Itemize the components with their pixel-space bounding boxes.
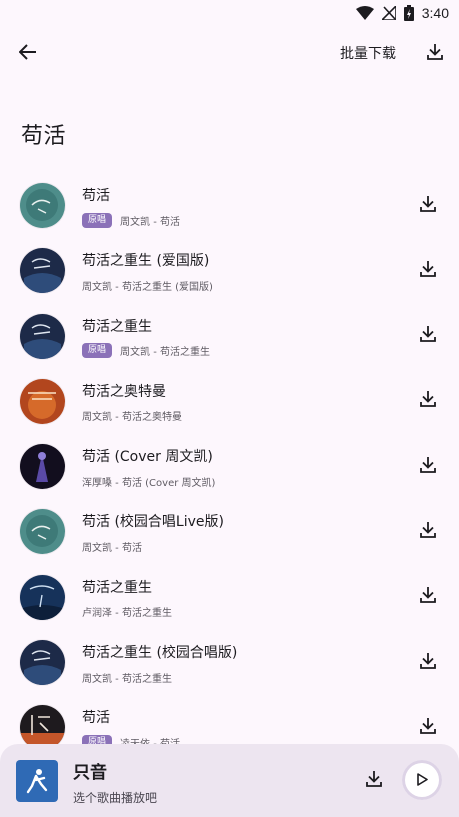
- wifi-icon: [355, 6, 374, 20]
- song-artist: 周文凯 - 苟活: [120, 216, 180, 228]
- album-cover: [20, 574, 65, 620]
- song-download-button[interactable]: [414, 713, 442, 741]
- song-title: 苟活: [82, 188, 110, 204]
- album-cover: [20, 444, 65, 490]
- download-icon: [420, 652, 436, 673]
- song-meta: 周文凯 - 苟活之重生: [82, 669, 172, 685]
- download-icon: [420, 325, 436, 346]
- app-logo-icon: [16, 760, 58, 802]
- song-row-8[interactable]: 苟活之重生 (校园合唱版) 周文凯 - 苟活之重生: [0, 631, 459, 696]
- download-icon: [427, 43, 443, 64]
- song-download-button[interactable]: [414, 583, 442, 611]
- song-title: 苟活之重生: [82, 579, 152, 596]
- back-arrow-icon: [18, 44, 37, 64]
- song-artist: 浑厚嗓 - 苟活 (Cover 周文凯): [82, 477, 216, 489]
- play-icon: [416, 771, 428, 790]
- song-download-button[interactable]: [414, 452, 442, 480]
- album-cover: [20, 313, 65, 359]
- song-artist: 凌天依 - 苟活: [120, 735, 180, 744]
- song-meta: 周文凯 - 苟活之奥特曼: [82, 408, 182, 424]
- play-button[interactable]: [402, 760, 442, 800]
- original-badge: 原唱: [82, 734, 113, 744]
- song-artist: 周文凯 - 苟活之重生: [82, 673, 172, 685]
- song-title: 苟活之重生 (爱国版): [82, 253, 210, 270]
- song-artist: 周文凯 - 苟活: [82, 542, 142, 554]
- song-title: 苟活之重生 (校园合唱版): [82, 645, 238, 662]
- song-download-button[interactable]: [414, 648, 442, 676]
- song-artist: 周文凯 - 苟活之奥特曼: [82, 412, 182, 424]
- song-download-button[interactable]: [414, 517, 442, 545]
- album-cover: [20, 640, 65, 686]
- song-meta: 原唱 周文凯 - 苟活之重生: [82, 343, 210, 359]
- song-row-6[interactable]: 苟活 (校园合唱Live版) 周文凯 - 苟活: [0, 500, 459, 565]
- song-meta: 周文凯 - 苟活之重生 (爱国版): [82, 277, 213, 293]
- back-button[interactable]: [12, 38, 44, 70]
- song-artist: 周文凯 - 苟活之重生: [120, 347, 210, 359]
- player-hint: 选个歌曲播放吧: [73, 791, 158, 805]
- album-cover: [20, 509, 65, 555]
- album-cover: [20, 378, 65, 424]
- album-cover: [20, 705, 65, 744]
- player-title: 只音: [73, 763, 107, 783]
- song-download-button[interactable]: [414, 256, 442, 284]
- mini-player[interactable]: 只音 选个歌曲播放吧: [0, 744, 459, 817]
- song-title: 苟活: [82, 710, 110, 727]
- song-artist: 周文凯 - 苟活之重生 (爱国版): [82, 281, 213, 293]
- song-meta: 卢润泽 - 苟活之重生: [82, 604, 172, 620]
- song-list[interactable]: 苟活 原唱 周文凯 - 苟活 苟活之重生 (爱国版) 周文凯 - 苟活之重生 (…: [0, 174, 459, 744]
- song-row-3[interactable]: 苟活之重生 原唱 周文凯 - 苟活之重生: [0, 305, 459, 370]
- download-all-button[interactable]: [420, 38, 450, 68]
- song-download-button[interactable]: [414, 322, 442, 350]
- song-download-button[interactable]: [414, 387, 442, 415]
- download-icon: [420, 260, 436, 281]
- page-title: 苟活: [21, 124, 67, 149]
- no-signal-icon: [381, 6, 396, 20]
- song-row-9[interactable]: 苟活 原唱 凌天依 - 苟活: [0, 696, 459, 744]
- song-title: 苟活之奥特曼: [82, 383, 166, 400]
- song-meta: 周文凯 - 苟活: [82, 538, 142, 554]
- status-time: 3:40: [421, 5, 449, 21]
- song-row-4[interactable]: 苟活之奥特曼 周文凯 - 苟活之奥特曼: [0, 370, 459, 435]
- original-badge: 原唱: [82, 343, 113, 359]
- song-meta: 原唱 周文凯 - 苟活: [82, 212, 180, 228]
- album-cover: [20, 183, 65, 228]
- download-icon: [420, 521, 436, 542]
- song-artist: 卢润泽 - 苟活之重生: [82, 608, 172, 620]
- app-bar: 批量下载: [0, 26, 459, 82]
- status-bar: 3:40: [0, 0, 459, 26]
- album-cover: [20, 248, 65, 294]
- song-title: 苟活之重生: [82, 318, 152, 335]
- song-title: 苟活 (Cover 周文凯): [82, 449, 213, 466]
- battery-charging-icon: [403, 5, 414, 21]
- song-row-1[interactable]: 苟活 原唱 周文凯 - 苟活: [0, 174, 459, 239]
- song-title: 苟活 (校园合唱Live版): [82, 514, 224, 531]
- download-icon: [420, 456, 436, 477]
- player-download-button[interactable]: [360, 766, 388, 794]
- original-badge: 原唱: [82, 212, 113, 228]
- song-meta: 浑厚嗓 - 苟活 (Cover 周文凯): [82, 473, 215, 489]
- song-meta: 原唱 凌天依 - 苟活: [82, 734, 180, 744]
- song-row-7[interactable]: 苟活之重生 卢润泽 - 苟活之重生: [0, 566, 459, 631]
- song-row-2[interactable]: 苟活之重生 (爱国版) 周文凯 - 苟活之重生 (爱国版): [0, 239, 459, 304]
- song-row-5[interactable]: 苟活 (Cover 周文凯) 浑厚嗓 - 苟活 (Cover 周文凯): [0, 435, 459, 500]
- download-icon: [420, 390, 436, 411]
- download-icon: [420, 717, 436, 738]
- download-icon: [366, 770, 382, 791]
- song-download-button[interactable]: [414, 191, 442, 219]
- download-icon: [420, 195, 436, 216]
- download-icon: [420, 586, 436, 607]
- batch-download-button[interactable]: 批量下载: [332, 40, 404, 68]
